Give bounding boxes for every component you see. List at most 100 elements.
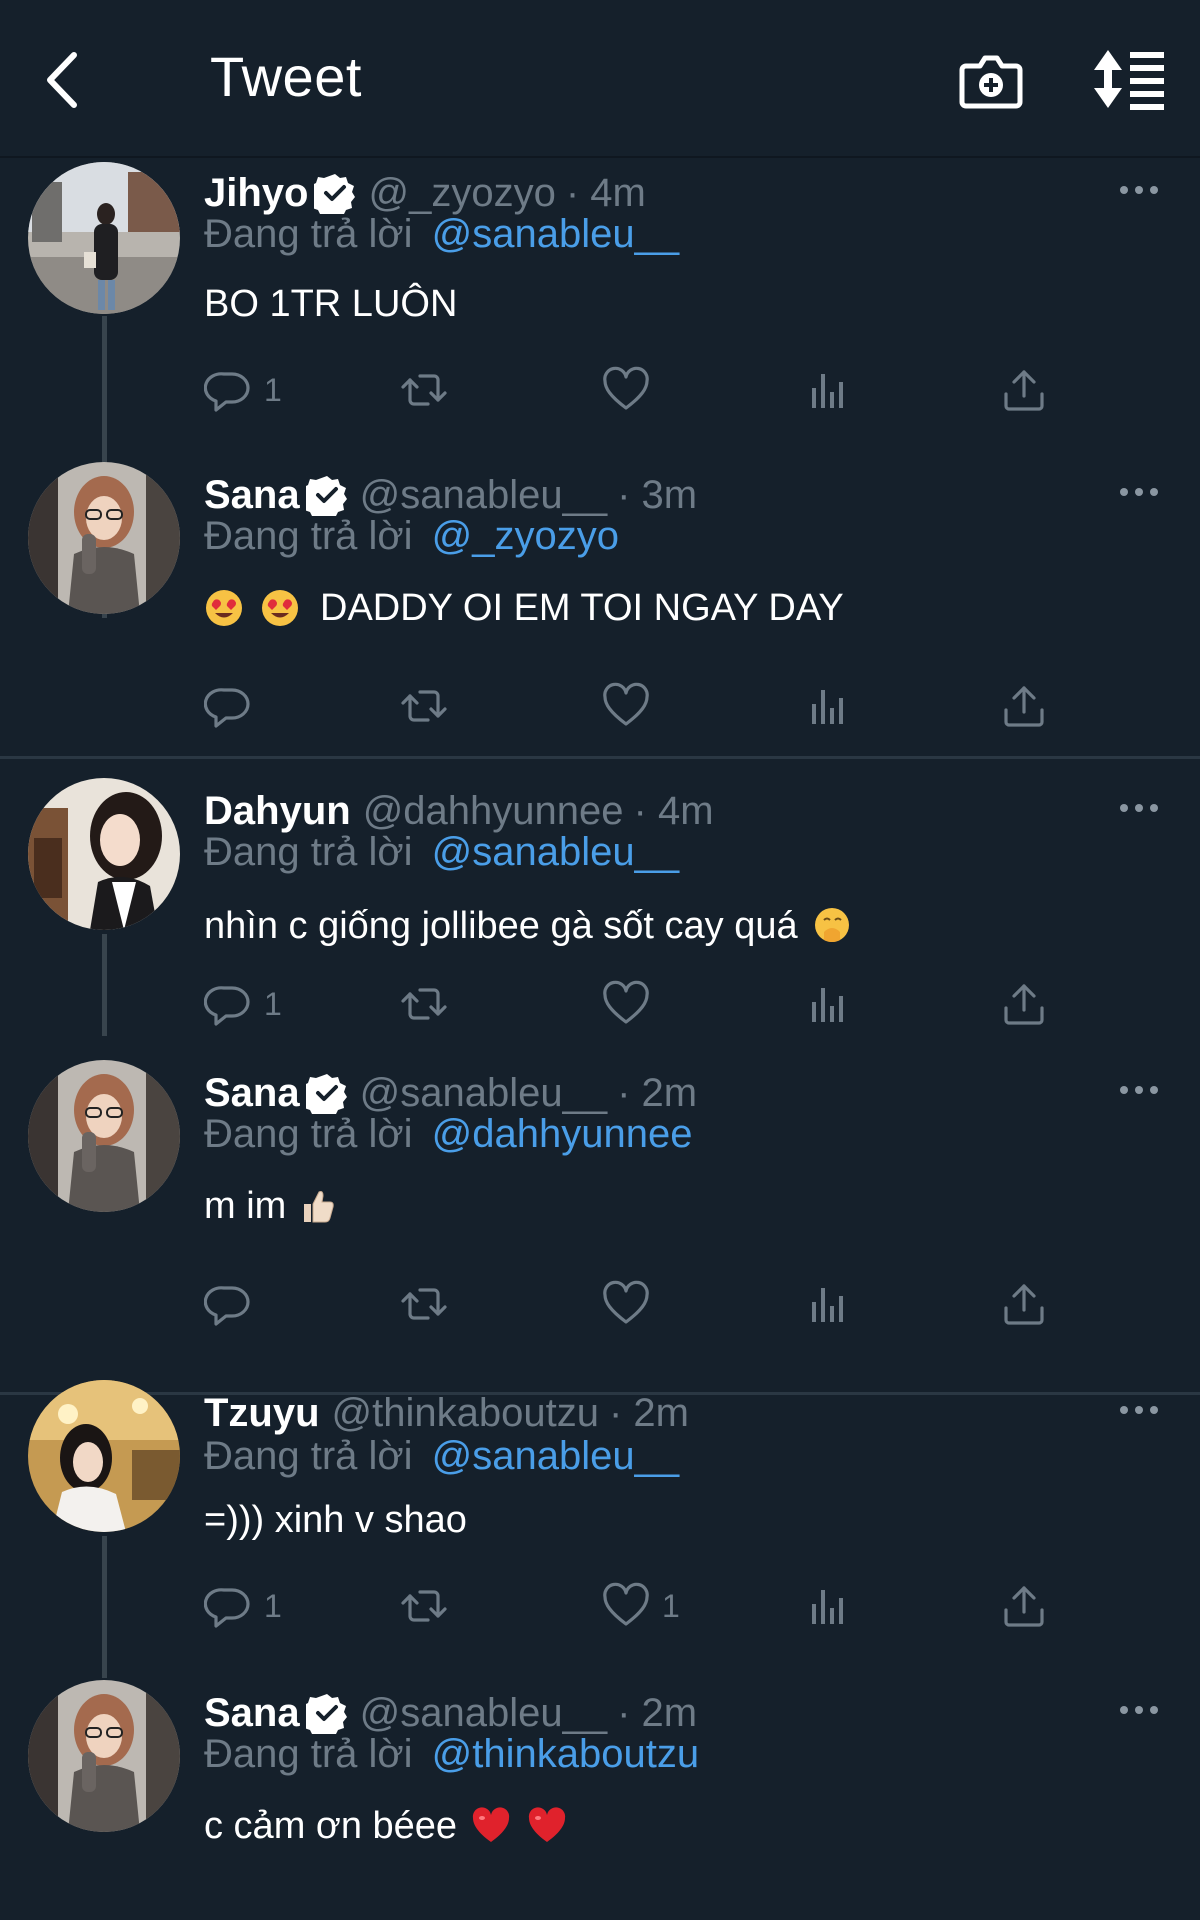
reply-prefix: Đang trả lời <box>204 1112 413 1156</box>
action-bar <box>204 676 1064 736</box>
tweet-text: m im <box>204 1178 344 1234</box>
reply-button[interactable]: 1 <box>204 974 282 1034</box>
share-button[interactable] <box>1000 1274 1048 1334</box>
views-button[interactable] <box>804 1576 852 1636</box>
more-options-icon[interactable] <box>1118 482 1160 502</box>
replying-to: Đang trả lời @sanableu__ <box>204 212 679 262</box>
action-bar <box>204 1274 1064 1334</box>
tweet-text: DADDY OI EM TOI NGAY DAY <box>204 580 844 636</box>
reply-mention[interactable]: @sanableu__ <box>432 212 679 256</box>
avatar[interactable] <box>28 1060 180 1212</box>
page-title: Tweet <box>210 45 362 108</box>
timestamp: · 2m <box>617 1070 698 1115</box>
share-icon <box>1000 682 1048 730</box>
display-name[interactable]: Sana <box>204 473 300 518</box>
retweet-icon <box>400 366 448 414</box>
avatar[interactable] <box>28 462 180 614</box>
views-button[interactable] <box>804 974 852 1034</box>
retweet-icon <box>400 1280 448 1328</box>
avatar[interactable] <box>28 1680 180 1832</box>
timestamp: · 3m <box>617 472 698 517</box>
chevron-left-icon <box>47 52 77 108</box>
reply-count: 1 <box>264 985 282 1022</box>
avatar[interactable] <box>28 162 180 314</box>
share-button[interactable] <box>1000 1576 1048 1636</box>
heart-eyes-emoji-icon <box>260 588 300 628</box>
like-button[interactable]: 1 <box>602 1576 680 1636</box>
reply-mention[interactable]: @dahhyunnee <box>432 1112 693 1156</box>
reply-mention[interactable]: @sanableu__ <box>432 1434 679 1478</box>
tweet-body: m im <box>204 1184 287 1227</box>
handle[interactable]: @sanableu__ <box>360 473 607 518</box>
like-button[interactable] <box>602 1274 662 1334</box>
tweet-header: Tzuyu @thinkaboutzu · 2m <box>204 1386 689 1440</box>
handle[interactable]: @sanableu__ <box>360 1691 607 1736</box>
sort-button[interactable] <box>1092 46 1166 112</box>
more-options-icon[interactable] <box>1118 1080 1160 1100</box>
timestamp: · 4m <box>565 170 646 215</box>
display-name[interactable]: Dahyun <box>204 789 351 834</box>
timestamp: · 4m <box>633 788 714 833</box>
retweet-icon <box>400 1582 448 1630</box>
tweet-text: nhìn c giống jollibee gà sốt cay quá <box>204 898 858 954</box>
sort-list-icon <box>1094 50 1164 110</box>
like-button[interactable] <box>602 676 662 736</box>
handle[interactable]: @thinkaboutzu <box>332 1391 599 1436</box>
handle[interactable]: @sanableu__ <box>360 1071 607 1116</box>
more-options-icon[interactable] <box>1118 1700 1160 1720</box>
reply-button[interactable]: 1 <box>204 1576 282 1636</box>
action-bar: 1 1 <box>204 1576 1064 1636</box>
views-button[interactable] <box>804 360 852 420</box>
thread-line <box>102 1536 107 1678</box>
reply-prefix: Đang trả lời <box>204 830 413 874</box>
thread-divider <box>0 756 1200 759</box>
reply-prefix: Đang trả lời <box>204 1434 413 1478</box>
retweet-button[interactable] <box>400 360 448 420</box>
thread-line <box>102 934 107 1036</box>
views-button[interactable] <box>804 676 852 736</box>
replying-to: Đang trả lời @sanableu__ <box>204 830 679 880</box>
back-button[interactable] <box>40 45 90 115</box>
avatar[interactable] <box>28 778 180 930</box>
share-button[interactable] <box>1000 974 1048 1034</box>
more-options-icon[interactable] <box>1118 798 1160 818</box>
like-button[interactable] <box>602 360 662 420</box>
verified-badge-icon <box>306 1072 348 1114</box>
share-button[interactable] <box>1000 676 1048 736</box>
retweet-button[interactable] <box>400 1576 448 1636</box>
retweet-button[interactable] <box>400 974 448 1034</box>
share-icon <box>1000 1280 1048 1328</box>
bar-chart-icon <box>804 682 852 730</box>
retweet-button[interactable] <box>400 676 448 736</box>
more-options-icon[interactable] <box>1118 180 1160 200</box>
like-button[interactable] <box>602 974 662 1034</box>
handle[interactable]: @_zyozyo <box>368 171 555 216</box>
bar-chart-icon <box>804 1280 852 1328</box>
more-options-icon[interactable] <box>1118 1400 1160 1420</box>
reply-button[interactable]: 1 <box>204 360 282 420</box>
reply-mention[interactable]: @sanableu__ <box>432 830 679 874</box>
timestamp: · 2m <box>617 1690 698 1735</box>
verified-badge-icon <box>314 172 356 214</box>
camera-button[interactable] <box>958 46 1024 112</box>
reply-prefix: Đang trả lời <box>204 514 413 558</box>
reply-mention[interactable]: @_zyozyo <box>432 514 619 558</box>
tweet-text: =))) xinh v shao <box>204 1492 467 1548</box>
share-button[interactable] <box>1000 360 1048 420</box>
reply-button[interactable] <box>204 1274 264 1334</box>
views-button[interactable] <box>804 1274 852 1334</box>
retweet-button[interactable] <box>400 1274 448 1334</box>
thumbs-up-emoji-icon <box>298 1186 338 1226</box>
display-name[interactable]: Jihyo <box>204 171 308 216</box>
reply-button[interactable] <box>204 676 264 736</box>
display-name[interactable]: Sana <box>204 1071 300 1116</box>
reply-mention[interactable]: @thinkaboutzu <box>432 1732 699 1776</box>
bar-chart-icon <box>804 366 852 414</box>
display-name[interactable]: Sana <box>204 1691 300 1736</box>
display-name[interactable]: Tzuyu <box>204 1391 320 1436</box>
replying-to: Đang trả lời @dahhyunnee <box>204 1112 693 1162</box>
avatar[interactable] <box>28 1380 180 1532</box>
tweet-text: BO 1TR LUÔN <box>204 276 457 332</box>
handle[interactable]: @dahhyunnee <box>363 789 624 834</box>
reply-icon <box>204 366 252 414</box>
